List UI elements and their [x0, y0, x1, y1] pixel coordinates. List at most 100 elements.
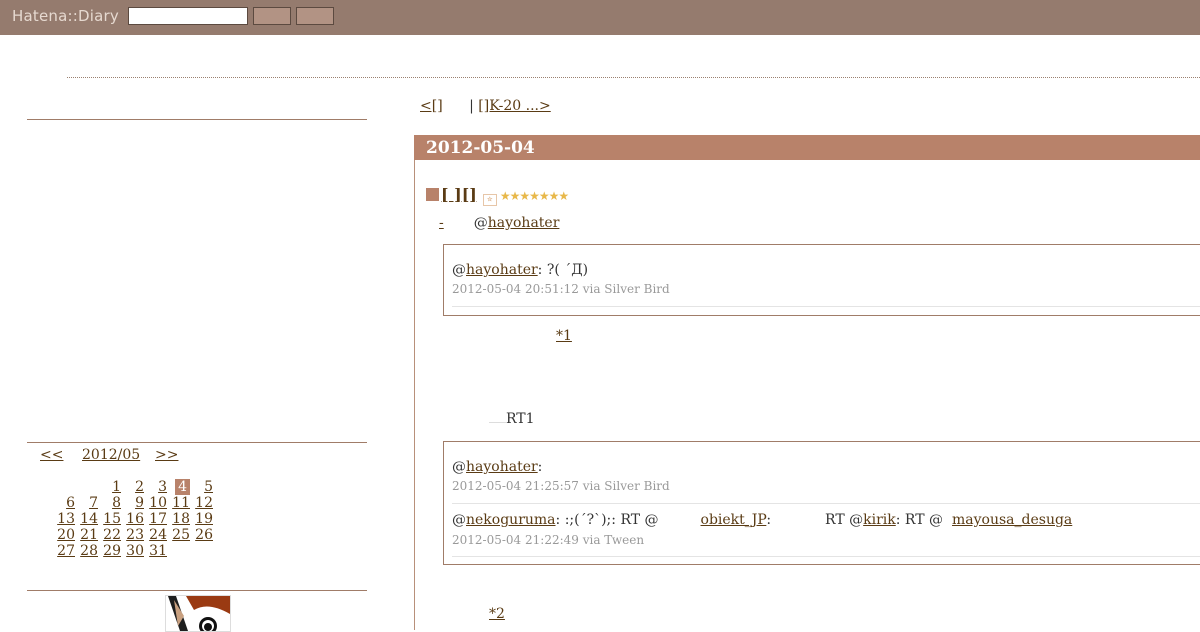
calendar-cell: 31: [144, 543, 167, 559]
entry-pager: <[] | []K-20 ...>: [420, 98, 601, 114]
profile-illustration: [166, 596, 230, 631]
calendar-day-link[interactable]: 22: [103, 527, 121, 543]
main-column-border: [414, 160, 415, 630]
calendar-cell: 2: [121, 479, 144, 495]
rt-label-line: RT1: [489, 411, 535, 427]
tweet-body: : ?( ´Д): [537, 262, 589, 278]
calendar-day-link[interactable]: 25: [172, 527, 190, 543]
tweet-body: :: [537, 459, 543, 475]
byline-at: @: [473, 215, 488, 231]
at-sign: @: [452, 262, 466, 278]
tweet-user-link[interactable]: hayohater: [466, 262, 538, 278]
tweet-body: :: [766, 512, 772, 528]
calendar-day-link[interactable]: 12: [195, 495, 213, 511]
tweet-user-link[interactable]: nekoguruma: [466, 512, 556, 528]
sidebar-separator: [27, 119, 367, 120]
calendar-day-link[interactable]: 16: [126, 511, 144, 527]
calendar-cell: 24: [144, 527, 167, 543]
calendar-day-link[interactable]: 3: [158, 479, 167, 495]
pager-divider: |: [469, 98, 474, 114]
add-star-icon[interactable]: ☆: [482, 194, 497, 206]
secondary-button[interactable]: [296, 7, 334, 25]
calendar-month-link[interactable]: 2012/05: [82, 447, 140, 463]
calendar-day-link[interactable]: 24: [149, 527, 167, 543]
search-input[interactable]: [128, 7, 248, 25]
sidebar-separator: [27, 442, 367, 443]
at-sign: @: [452, 512, 466, 528]
calendar-day-link[interactable]: 23: [126, 527, 144, 543]
calendar-day-link[interactable]: 17: [149, 511, 167, 527]
byline-link[interactable]: -: [439, 215, 474, 231]
calendar-day-today[interactable]: 4: [175, 479, 190, 495]
calendar-day-link[interactable]: 21: [80, 527, 98, 543]
calendar-cell: 26: [190, 527, 213, 543]
calendar-cell: 11: [167, 495, 190, 511]
tweet-box: @hayohater: ?( ´Д) 2012-05-04 20:51:12 v…: [443, 244, 1200, 316]
calendar-day-link[interactable]: 13: [57, 511, 75, 527]
calendar-day-link[interactable]: 10: [149, 495, 167, 511]
calendar-prev-month-link[interactable]: <<: [40, 447, 63, 463]
next-entry-link[interactable]: []K-20 ...>: [478, 98, 550, 114]
calendar-day-link[interactable]: 27: [57, 543, 75, 559]
calendar-day-link[interactable]: 31: [149, 543, 167, 559]
calendar-day-link[interactable]: 20: [57, 527, 75, 543]
tweet-text: @nekoguruma: :;(´?`);: RT @ obiekt_JP: RT …: [452, 512, 1072, 528]
calendar-day-link[interactable]: 1: [112, 479, 121, 495]
entry-square-icon[interactable]: [426, 188, 439, 201]
calendar-cell: [167, 543, 190, 559]
calendar-day-link[interactable]: 14: [80, 511, 98, 527]
calendar-day-link[interactable]: 18: [172, 511, 190, 527]
date-header: 2012-05-04: [414, 135, 1200, 160]
entry-title-link[interactable]: [ ][]: [441, 185, 477, 204]
rt-label: RT1: [506, 411, 535, 427]
calendar-day-link[interactable]: 9: [135, 495, 144, 511]
hatena-diary-logo[interactable]: Hatena::Diary: [12, 7, 119, 25]
tweet-box: @hayohater: 2012-05-04 21:25:57 via Silv…: [443, 441, 1200, 565]
date-link[interactable]: 2012-05-04: [426, 138, 535, 158]
calendar-cell: 16: [121, 511, 144, 527]
calendar: 1 2 3 4 5 6 7 8 9 10 11 12 13 14 15 16 17 18 19 20 21 22 23 24 2…: [29, 479, 213, 559]
calendar-day-link[interactable]: 15: [103, 511, 121, 527]
calendar-week: 6 7 8 9 10 11 12: [29, 495, 213, 511]
calendar-cell: 29: [98, 543, 121, 559]
tweet-user-link[interactable]: mayousa_desuga: [952, 512, 1072, 528]
calendar-day-link[interactable]: 2: [135, 479, 144, 495]
tweet-meta: 2012-05-04 20:51:12 via Silver Bird: [452, 282, 670, 296]
calendar-cell: 22: [98, 527, 121, 543]
tweet-text: @hayohater:: [452, 459, 542, 475]
calendar-day-link[interactable]: 19: [195, 511, 213, 527]
calendar-week: 20 21 22 23 24 25 26: [29, 527, 213, 543]
calendar-cell: 28: [75, 543, 98, 559]
calendar-cell: 20: [52, 527, 75, 543]
tweet-user-link[interactable]: obiekt_JP: [701, 512, 767, 528]
footnote-link-1[interactable]: *1: [556, 328, 572, 344]
calendar-next-month-link[interactable]: >>: [155, 447, 178, 463]
star-rating[interactable]: ★★★★★★★: [500, 189, 569, 203]
calendar-cell: [75, 479, 98, 495]
tweet-user-link[interactable]: hayohater: [466, 459, 538, 475]
calendar-day-link[interactable]: 8: [112, 495, 121, 511]
calendar-day-link[interactable]: 11: [172, 495, 190, 511]
calendar-cell: [29, 527, 52, 543]
calendar-day-link[interactable]: 6: [66, 495, 75, 511]
calendar-day-link[interactable]: 7: [89, 495, 98, 511]
calendar-cell: 8: [98, 495, 121, 511]
byline-user-link[interactable]: hayohater: [488, 215, 560, 231]
rt-prefix-blank: [489, 422, 506, 423]
tweet-user-link[interactable]: kirik: [863, 512, 896, 528]
prev-entry-link[interactable]: <[]: [420, 98, 443, 114]
calendar-day-link[interactable]: 29: [103, 543, 121, 559]
calendar-day-link[interactable]: 28: [80, 543, 98, 559]
calendar-day-link[interactable]: 30: [126, 543, 144, 559]
calendar-cell: 27: [52, 543, 75, 559]
calendar-cell: 5: [190, 479, 213, 495]
calendar-day-link[interactable]: 5: [204, 479, 213, 495]
footnote-link-2[interactable]: *2: [489, 606, 505, 622]
calendar-week: 27 28 29 30 31: [29, 543, 213, 559]
search-button[interactable]: [253, 7, 291, 25]
header-bar: Hatena::Diary: [0, 0, 1200, 35]
tweet-separator: [452, 306, 1200, 307]
profile-image[interactable]: [165, 595, 231, 632]
calendar-cell: 9: [121, 495, 144, 511]
calendar-day-link[interactable]: 26: [195, 527, 213, 543]
